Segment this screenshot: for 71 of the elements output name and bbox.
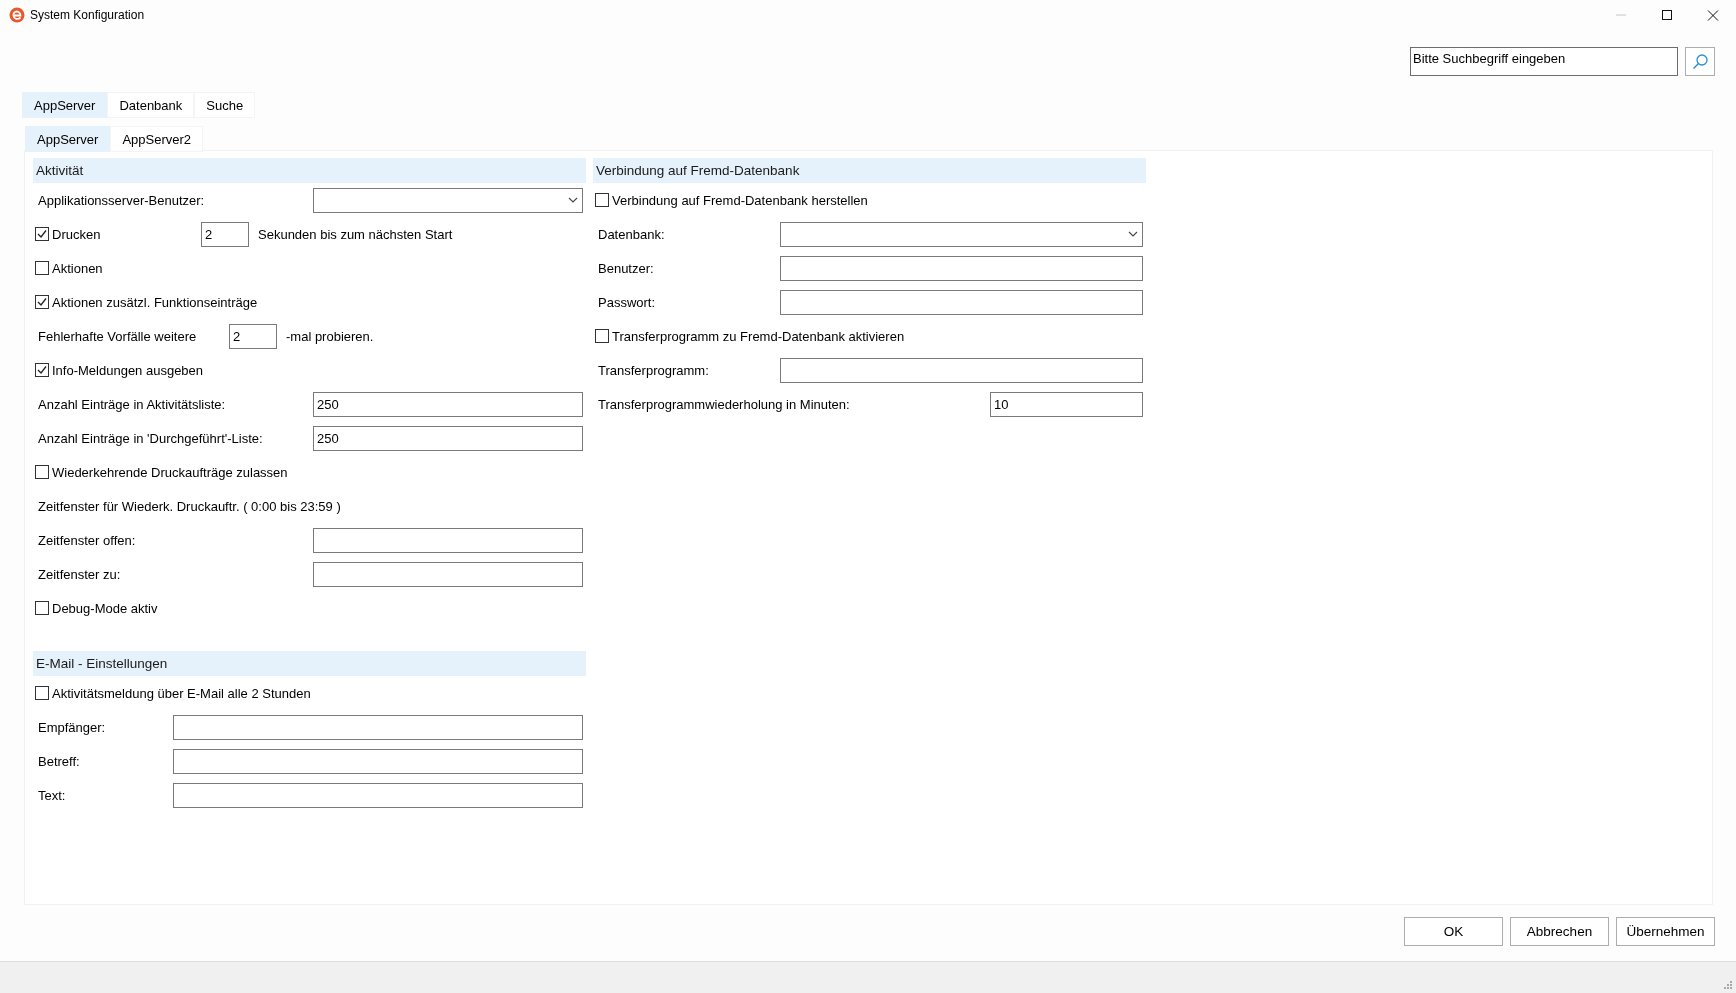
text-field[interactable]: 10 [990, 391, 1143, 417]
field-label: Anzahl Einträge in Aktivitätsliste: [37, 396, 227, 412]
field-label: Passwort: [597, 294, 657, 310]
tab[interactable]: Suche [194, 92, 256, 118]
checkbox[interactable] [35, 465, 49, 479]
text-field[interactable] [780, 289, 1143, 315]
checkbox[interactable] [35, 363, 49, 377]
maximize-icon[interactable] [1661, 9, 1673, 21]
checkbox-label: Aktionen zusätzl. Funktionseinträge [52, 294, 258, 310]
field-label: Fehlerhafte Vorfälle weitere [37, 328, 198, 344]
section-header: Aktivität [33, 158, 586, 183]
app-logo-icon [9, 7, 25, 23]
field-label: Applikationsserver-Benutzer: [37, 192, 206, 208]
dialog-button[interactable]: Abbrechen [1510, 917, 1609, 946]
unit-label: Sekunden bis zum nächsten Start [258, 226, 453, 242]
window-title: System Konfiguration [30, 8, 145, 22]
checkbox[interactable] [35, 601, 49, 615]
text-field[interactable]: 250 [313, 425, 583, 451]
chevron-down-icon [568, 197, 578, 203]
checkbox[interactable] [595, 193, 609, 207]
checkbox-label: Debug-Mode aktiv [52, 600, 158, 616]
text-field[interactable]: 2 [201, 221, 249, 247]
checkbox-label: Info-Meldungen ausgeben [52, 362, 204, 378]
checkbox[interactable] [35, 261, 49, 275]
text-field[interactable] [780, 357, 1143, 383]
checkbox-label: Aktivitätsmeldung über E-Mail alle 2 Stunden [52, 685, 311, 701]
hint-text: Zeitfenster für Wiederk. Druckauftr. ( 0:00 bis 23:59 ) [37, 498, 341, 514]
section-header: Verbindung auf Fremd-Datenbank [593, 158, 1146, 183]
text-field[interactable] [173, 782, 583, 808]
dialog-button[interactable]: Übernehmen [1616, 917, 1715, 946]
checkbox[interactable] [35, 686, 49, 700]
close-icon[interactable] [1707, 9, 1719, 21]
dialog-button[interactable]: OK [1404, 917, 1503, 946]
dropdown[interactable] [780, 221, 1143, 247]
chevron-down-icon [1128, 231, 1138, 237]
tab[interactable]: Datenbank [107, 92, 195, 118]
checkbox-label: Verbindung auf Fremd-Datenbank herstellen [612, 192, 868, 208]
checkbox-label: Wiederkehrende Druckaufträge zulassen [52, 464, 288, 480]
text-field[interactable] [313, 527, 583, 553]
field-label: Anzahl Einträge in 'Durchgeführt'-Liste: [37, 430, 264, 446]
field-label: Empfänger: [37, 719, 107, 735]
checkbox[interactable] [35, 227, 49, 241]
tab[interactable]: AppServer [25, 126, 111, 152]
text-field[interactable] [173, 714, 583, 740]
field-label: Datenbank: [597, 226, 666, 242]
field-label: Benutzer: [597, 260, 655, 276]
checkbox[interactable] [595, 329, 609, 343]
checkbox-label: Aktionen [52, 260, 103, 276]
text-field[interactable] [173, 748, 583, 774]
search-icon [1691, 53, 1709, 70]
unit-label: -mal probieren. [286, 328, 374, 344]
text-field[interactable]: 2 [229, 323, 277, 349]
checkbox[interactable] [35, 295, 49, 309]
section-header: E-Mail - Einstellungen [33, 651, 586, 676]
field-label: Text: [37, 787, 67, 803]
search-field[interactable]: Bitte Suchbegriff eingeben [1410, 47, 1678, 76]
text-field[interactable]: 250 [313, 391, 583, 417]
field-label: Transferprogrammwiederholung in Minuten: [597, 396, 851, 412]
checkbox-label: Transferprogramm zu Fremd-Datenbank aktivieren [612, 328, 905, 344]
search-button[interactable] [1685, 47, 1715, 76]
checkbox-label: Drucken [52, 226, 102, 242]
text-field[interactable] [780, 255, 1143, 281]
resize-grip-icon[interactable] [1724, 981, 1733, 990]
text-field[interactable] [313, 561, 583, 587]
field-label: Zeitfenster offen: [37, 532, 137, 548]
field-label: Betreff: [37, 753, 81, 769]
tab[interactable]: AppServer [22, 92, 108, 118]
dropdown[interactable] [313, 187, 583, 213]
field-label: Transferprogramm: [597, 362, 710, 378]
tab[interactable]: AppServer2 [110, 126, 204, 152]
field-label: Zeitfenster zu: [37, 566, 122, 582]
